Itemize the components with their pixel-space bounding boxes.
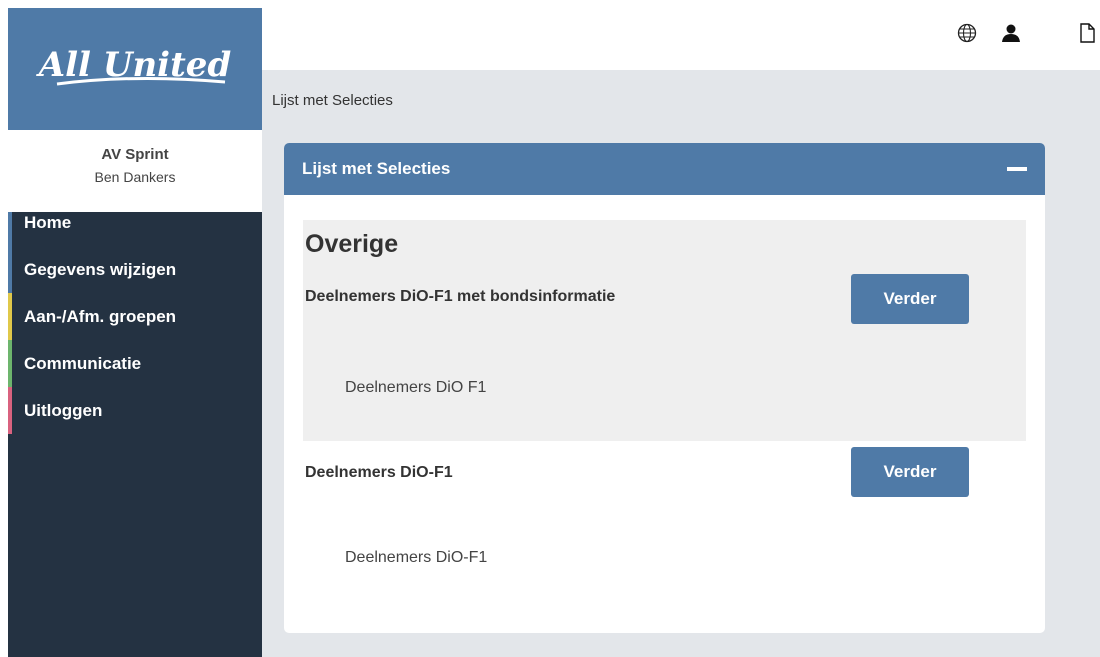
sidebar-item-communicatie[interactable]: Communicatie — [8, 340, 262, 387]
sidebar-item-aan-afm-groepen[interactable]: Aan-/Afm. groepen — [8, 293, 262, 340]
sidebar-item-label: Gegevens wijzigen — [24, 259, 177, 279]
collapse-icon[interactable] — [1007, 167, 1027, 171]
sidebar-nav: Home Gegevens wijzigen Aan-/Afm. groepen… — [8, 212, 262, 434]
document-icon[interactable] — [1076, 22, 1098, 44]
panel-title: Lijst met Selecties — [302, 159, 451, 178]
sidebar-item-label: Home — [24, 213, 72, 232]
breadcrumb: Lijst met Selecties — [272, 92, 393, 109]
sidebar-item-label: Uitloggen — [24, 400, 103, 420]
verder-button[interactable]: Verder — [851, 447, 969, 497]
sidebar-item-gegevens-wijzigen[interactable]: Gegevens wijzigen — [8, 246, 262, 293]
sidebar: All United AV Sprint Ben Dankers Home Ge… — [8, 8, 262, 657]
top-bar — [262, 8, 1100, 70]
selection-title: Deelnemers DiO-F1 — [305, 464, 453, 481]
sidebar-item-label: Communicatie — [24, 353, 142, 373]
user-info: AV Sprint Ben Dankers — [8, 130, 262, 212]
selections-panel: Lijst met Selecties Overige Deelnemers D… — [284, 143, 1045, 633]
panel-header: Lijst met Selecties — [284, 143, 1045, 195]
user-name: Ben Dankers — [94, 169, 176, 185]
sidebar-item-label: Aan-/Afm. groepen — [24, 306, 177, 326]
group-title: Overige — [305, 230, 399, 258]
sidebar-item-uitloggen[interactable]: Uitloggen — [8, 387, 262, 434]
club-name: AV Sprint — [101, 146, 169, 163]
selection-group: Overige Deelnemers DiO-F1 met bondsinfor… — [303, 220, 1026, 441]
selection-description: Deelnemers DiO F1 — [345, 379, 487, 396]
selection-description: Deelnemers DiO-F1 — [345, 549, 488, 566]
all-united-logo: All United — [36, 45, 231, 86]
verder-button[interactable]: Verder — [851, 274, 969, 324]
main-content: Lijst met Selecties Lijst met Selecties … — [262, 70, 1100, 657]
user-icon[interactable] — [1000, 22, 1022, 44]
globe-icon[interactable] — [956, 22, 978, 44]
sidebar-item-home[interactable]: Home — [8, 212, 262, 246]
logo[interactable]: All United — [8, 8, 262, 130]
selection-title: Deelnemers DiO-F1 met bondsinformatie — [305, 288, 616, 305]
